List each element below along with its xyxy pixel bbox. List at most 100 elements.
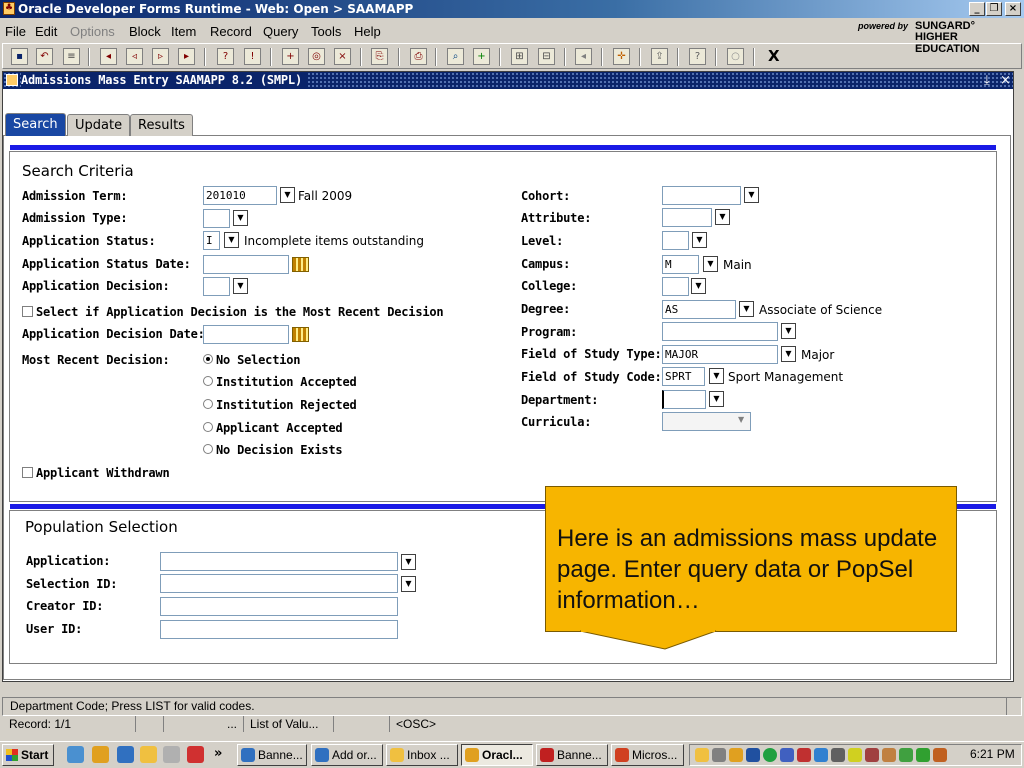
rollback-icon[interactable]: ↶ xyxy=(36,48,53,65)
task-button-add-or[interactable]: Add or... xyxy=(311,744,383,766)
degree-dropdown-icon[interactable]: ▼ xyxy=(739,301,754,317)
program-dropdown-icon[interactable]: ▼ xyxy=(781,323,796,339)
admission-type-dropdown-icon[interactable]: ▼ xyxy=(233,210,248,226)
applicant-withdrawn-checkbox[interactable] xyxy=(22,467,33,478)
help-icon[interactable]: ? xyxy=(689,48,706,65)
application-field[interactable] xyxy=(160,552,398,571)
tray-update-icon[interactable] xyxy=(899,748,913,762)
quicklaunch-messenger-icon[interactable] xyxy=(92,746,109,763)
quicklaunch-tool-icon[interactable] xyxy=(163,746,180,763)
quicklaunch-browser-icon[interactable] xyxy=(117,746,134,763)
selection-id-field[interactable] xyxy=(160,574,398,593)
radio-institution-accepted[interactable] xyxy=(203,376,213,386)
campus-dropdown-icon[interactable]: ▼ xyxy=(703,256,718,272)
next-block-icon[interactable]: ▸ xyxy=(178,48,195,65)
campus-field[interactable]: M xyxy=(662,255,699,274)
tray-pen-icon[interactable] xyxy=(848,748,862,762)
enter-query-icon[interactable]: ? xyxy=(217,48,234,65)
degree-field[interactable]: AS xyxy=(662,300,736,319)
cohort-dropdown-icon[interactable]: ▼ xyxy=(744,187,759,203)
tray-outlook-icon[interactable] xyxy=(695,748,709,762)
insert-record-icon[interactable]: + xyxy=(282,48,299,65)
radio-no-selection[interactable] xyxy=(203,354,213,364)
user-id-field[interactable] xyxy=(160,620,398,639)
tray-green-icon[interactable] xyxy=(916,748,930,762)
next-record-icon[interactable]: ▹ xyxy=(152,48,169,65)
field-of-study-type-dropdown-icon[interactable]: ▼ xyxy=(781,346,796,362)
quicklaunch-more-icon[interactable]: » xyxy=(214,746,222,761)
form-close-icon[interactable]: × xyxy=(1000,72,1011,89)
task-button-banner[interactable]: Banne... xyxy=(237,744,307,766)
database-icon[interactable]: ◎ xyxy=(308,48,325,65)
quicklaunch-ie-icon[interactable] xyxy=(67,746,84,763)
cohort-field[interactable] xyxy=(662,186,741,205)
most-recent-decision-checkbox[interactable] xyxy=(22,306,33,317)
menu-item[interactable]: Item xyxy=(171,24,196,39)
menu-block[interactable]: Block xyxy=(129,24,161,39)
creator-id-field[interactable] xyxy=(160,597,398,616)
admission-term-field[interactable]: 201010 xyxy=(203,186,277,205)
tab-search[interactable]: Search xyxy=(5,113,66,136)
task-button-banner-pdf[interactable]: Banne... xyxy=(536,744,608,766)
minimize-icon[interactable]: _ xyxy=(969,2,985,16)
tray-shield-icon[interactable] xyxy=(746,748,760,762)
application-decision-dropdown-icon[interactable]: ▼ xyxy=(233,278,248,294)
tray-monitor-icon[interactable] xyxy=(780,748,794,762)
field-of-study-type-field[interactable]: MAJOR xyxy=(662,345,778,364)
admission-term-dropdown-icon[interactable]: ▼ xyxy=(280,187,295,203)
tray-network-icon[interactable] xyxy=(797,748,811,762)
printer-icon[interactable]: ⎙ xyxy=(410,48,427,65)
task-button-inbox[interactable]: Inbox ... xyxy=(386,744,458,766)
attribute-dropdown-icon[interactable]: ▼ xyxy=(715,209,730,225)
menu-edit[interactable]: Edit xyxy=(35,24,57,39)
form-minimize-icon[interactable]: ⤓ xyxy=(984,72,990,89)
college-field[interactable] xyxy=(662,277,689,296)
radio-applicant-accepted[interactable] xyxy=(203,422,213,432)
calendar-icon[interactable] xyxy=(292,257,309,272)
application-status-date-field[interactable] xyxy=(203,255,289,274)
task-button-oracle[interactable]: Oracl... xyxy=(461,744,533,766)
lightbulb-icon[interactable]: ○ xyxy=(727,48,744,65)
department-dropdown-icon[interactable]: ▼ xyxy=(709,391,724,407)
tray-tool2-icon[interactable] xyxy=(882,748,896,762)
application-decision-field[interactable] xyxy=(203,277,230,296)
menu-file[interactable]: File xyxy=(5,24,26,39)
field-of-study-code-dropdown-icon[interactable]: ▼ xyxy=(709,368,724,384)
application-decision-date-field[interactable] xyxy=(203,325,289,344)
quicklaunch-app-icon[interactable] xyxy=(187,746,204,763)
target-icon[interactable]: ✛ xyxy=(613,48,630,65)
radio-no-decision-exists[interactable] xyxy=(203,444,213,454)
add-icon[interactable]: + xyxy=(473,48,490,65)
program-field[interactable] xyxy=(662,322,778,341)
quicklaunch-outlook-icon[interactable] xyxy=(140,746,157,763)
curricula-combo-arrow-icon[interactable]: ▼ xyxy=(738,415,744,424)
execute-query-icon[interactable]: ! xyxy=(244,48,261,65)
tray-people-icon[interactable] xyxy=(933,748,947,762)
tray-window-icon[interactable] xyxy=(814,748,828,762)
print-doc-icon[interactable]: ≡ xyxy=(63,48,80,65)
exit-button[interactable]: X xyxy=(768,47,780,65)
menu-query[interactable]: Query xyxy=(263,24,298,39)
calendar-icon[interactable] xyxy=(292,327,309,342)
remove-record-icon[interactable]: × xyxy=(334,48,351,65)
collapse-icon[interactable]: ⊟ xyxy=(538,48,555,65)
restore-icon[interactable]: ❐ xyxy=(986,2,1002,16)
menu-help[interactable]: Help xyxy=(354,24,381,39)
menu-options[interactable]: Options xyxy=(70,24,115,39)
close-icon[interactable]: × xyxy=(1005,2,1021,16)
save-icon[interactable]: ▪ xyxy=(11,48,28,65)
tree-icon[interactable]: ⊞ xyxy=(511,48,528,65)
application-status-dropdown-icon[interactable]: ▼ xyxy=(224,232,239,248)
duplicate-icon[interactable]: ⎘ xyxy=(371,48,388,65)
search-icon[interactable]: ⌕ xyxy=(447,48,464,65)
application-dropdown-icon[interactable]: ▼ xyxy=(401,554,416,570)
menu-tools[interactable]: Tools xyxy=(311,24,341,39)
college-dropdown-icon[interactable]: ▼ xyxy=(691,278,706,294)
tab-update[interactable]: Update xyxy=(67,114,131,136)
selection-id-dropdown-icon[interactable]: ▼ xyxy=(401,576,416,592)
field-of-study-code-field[interactable]: SPRT xyxy=(662,367,705,386)
previous-record-icon[interactable]: ◃ xyxy=(126,48,143,65)
tray-globe-icon[interactable] xyxy=(763,748,777,762)
radio-institution-rejected[interactable] xyxy=(203,399,213,409)
tray-java-icon[interactable] xyxy=(729,748,743,762)
